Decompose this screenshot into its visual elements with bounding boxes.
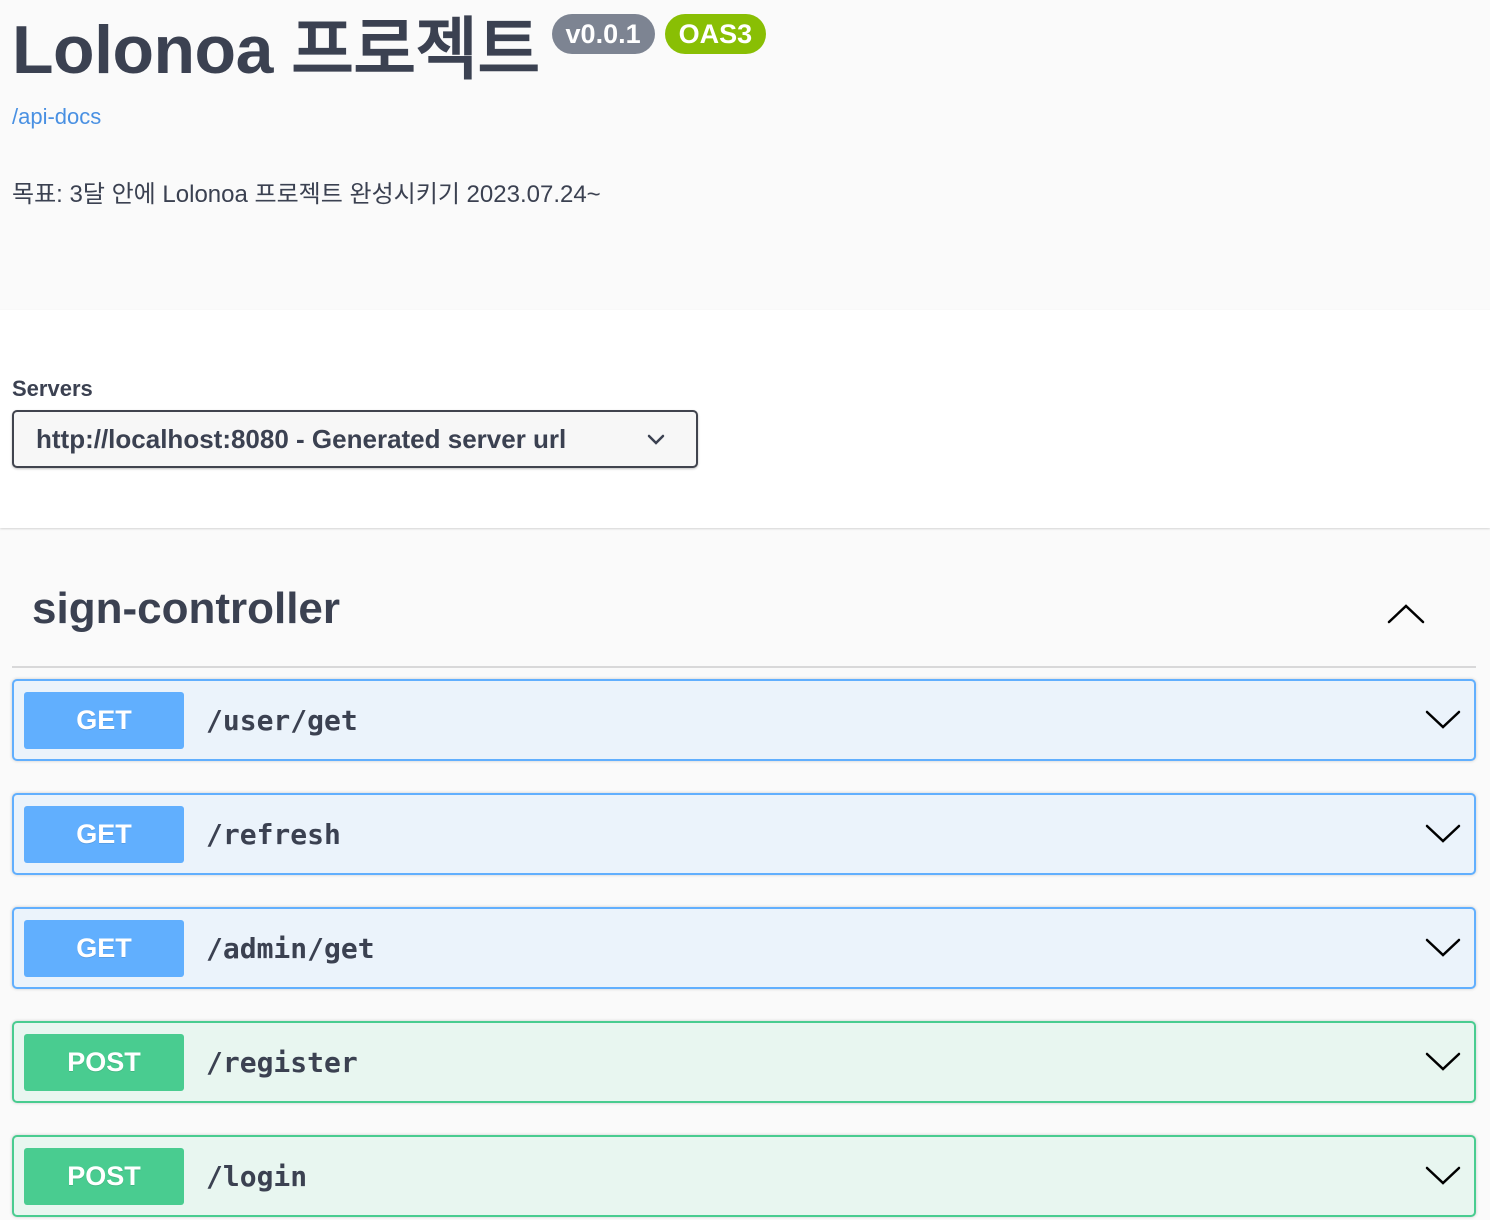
chevron-down-icon[interactable] — [1424, 821, 1462, 845]
operation-get-admin-get[interactable]: GET /admin/get — [12, 907, 1476, 989]
method-badge: POST — [24, 1147, 184, 1205]
description: 목표: 3달 안에 Lolonoa 프로젝트 완성시키기 2023.07.24~ — [12, 181, 601, 208]
servers-label: Servers — [12, 376, 93, 401]
api-docs-link[interactable]: /api-docs — [12, 104, 101, 130]
operation-get-user-get[interactable]: GET /user/get — [12, 679, 1476, 761]
operation-path: /refresh — [206, 817, 341, 851]
servers-section: Servers http://localhost:8080 - Generate… — [0, 310, 1490, 528]
tag-section: sign-controller GET /user/get GET /refre… — [0, 528, 1490, 1217]
method-badge: GET — [24, 805, 184, 863]
chevron-down-icon[interactable] — [1424, 935, 1462, 959]
server-select-value: http://localhost:8080 - Generated server… — [36, 423, 567, 454]
method-badge: GET — [24, 919, 184, 977]
operation-path: /user/get — [206, 703, 358, 737]
method-badge: POST — [24, 1033, 184, 1091]
operation-post-login[interactable]: POST /login — [12, 1135, 1476, 1217]
info-section: Lolonoa 프로젝트 v0.0.1 OAS3 /api-docs 목표: 3… — [0, 0, 1490, 310]
operation-path: /admin/get — [206, 931, 375, 965]
method-badge: GET — [24, 691, 184, 749]
oas-badge: OAS3 — [664, 14, 767, 54]
tag-header[interactable]: sign-controller — [12, 528, 1476, 668]
tag-name: sign-controller — [32, 584, 341, 633]
version-badge: v0.0.1 — [551, 14, 655, 54]
chevron-down-icon[interactable] — [1424, 707, 1462, 731]
chevron-down-icon — [647, 434, 665, 445]
page-title: Lolonoa 프로젝트 — [12, 12, 540, 88]
title-row: Lolonoa 프로젝트 v0.0.1 OAS3 — [12, 6, 767, 94]
server-select[interactable]: http://localhost:8080 - Generated server… — [12, 410, 698, 468]
operation-get-refresh[interactable]: GET /refresh — [12, 793, 1476, 875]
chevron-down-icon[interactable] — [1424, 1163, 1462, 1187]
operation-path: /register — [206, 1045, 358, 1079]
chevron-up-icon[interactable] — [1386, 602, 1426, 626]
operation-post-register[interactable]: POST /register — [12, 1021, 1476, 1103]
operation-path: /login — [206, 1159, 308, 1193]
chevron-down-icon[interactable] — [1424, 1049, 1462, 1073]
